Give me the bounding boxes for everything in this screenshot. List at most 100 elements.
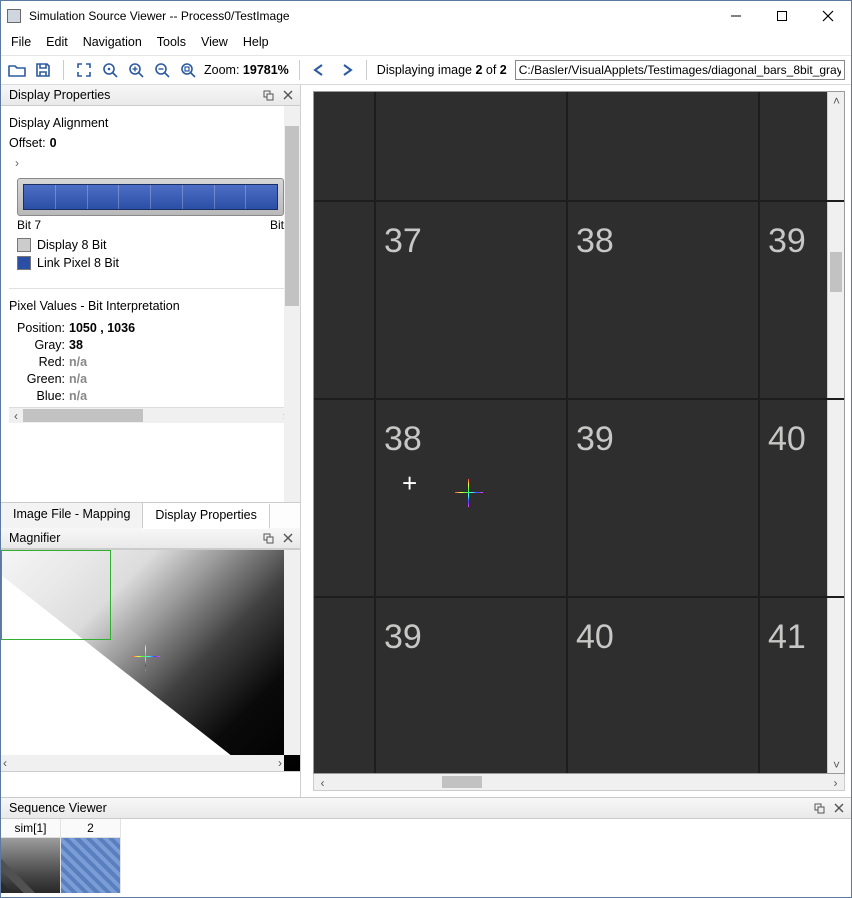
separator [299, 60, 300, 80]
panel-close-icon[interactable] [279, 87, 296, 104]
pv-green-label: Green: [9, 372, 65, 386]
pixel-value: 41 [768, 618, 806, 657]
window-title: Simulation Source Viewer -- Process0/Tes… [29, 9, 713, 23]
display-properties-body: Display Alignment Offset: 0 › Bit 7 Bit [1, 106, 300, 502]
pv-red-value: n/a [69, 355, 87, 369]
pv-gray-value: 38 [69, 338, 83, 352]
sequence-viewer: Sequence Viewer sim[1] 2 [1, 797, 851, 893]
magnifier-header: Magnifier [1, 528, 300, 549]
separator [63, 60, 64, 80]
close-button[interactable] [805, 1, 851, 31]
view-canvas[interactable]: + ˄˅ 37 38 39 38 39 40 39 40 41 [313, 91, 845, 774]
tab-image-file-mapping[interactable]: Image File - Mapping [1, 503, 143, 528]
zoom-readout: Zoom: 19781% [204, 63, 289, 77]
image-viewer: + ˄˅ 37 38 39 38 39 40 39 40 41 ‹› [301, 85, 851, 797]
magnifier-canvas[interactable]: ‹ › [1, 549, 300, 772]
zoom-value: 19781% [243, 63, 289, 77]
bit-left-label: Bit 7 [17, 218, 41, 232]
pv-blue-value: n/a [69, 389, 87, 403]
menu-edit[interactable]: Edit [46, 35, 68, 49]
dp-vscrollbar[interactable] [284, 106, 300, 502]
legend-link-label: Link Pixel 8 Bit [37, 256, 119, 270]
fit-window-icon[interactable] [74, 60, 94, 80]
legend-swatch-gray [17, 238, 31, 252]
legend-display-label: Display 8 Bit [37, 238, 106, 252]
sequence-item-1[interactable]: sim[1] [1, 819, 61, 893]
display-properties-title: Display Properties [9, 88, 258, 102]
menu-help[interactable]: Help [243, 35, 269, 49]
save-icon[interactable] [33, 60, 53, 80]
panel-float-icon[interactable] [260, 530, 277, 547]
toolbar: Zoom: 19781% Displaying image 2 of 2 [1, 55, 851, 85]
viewer-vscrollbar[interactable]: ˄˅ [827, 92, 844, 773]
nav-back-icon[interactable] [310, 60, 330, 80]
app-icon [7, 9, 21, 23]
zoom-in-icon[interactable] [126, 60, 146, 80]
pixel-value: 39 [576, 420, 614, 459]
nav-forward-icon[interactable] [336, 60, 356, 80]
maximize-button[interactable] [759, 1, 805, 31]
display-alignment-header: Display Alignment [9, 116, 292, 130]
workspace: Display Properties Display Alignment Off… [1, 85, 851, 797]
pixel-value: 39 [768, 222, 806, 261]
offset-label: Offset: [9, 136, 46, 150]
pixel-value: 40 [768, 420, 806, 459]
zoom-label-text: Zoom: [204, 63, 239, 77]
magnifier-crosshair-icon [139, 650, 153, 664]
display-center-icon: + [402, 470, 417, 496]
open-folder-icon[interactable] [7, 60, 27, 80]
sequence-viewer-header: Sequence Viewer [1, 798, 851, 819]
sequence-item-2-label: 2 [61, 819, 120, 838]
menu-tools[interactable]: Tools [157, 35, 186, 49]
magnifier-viewport-rect [1, 550, 111, 640]
offset-value: 0 [50, 136, 57, 150]
panel-close-icon[interactable] [279, 530, 296, 547]
image-counter: Displaying image 2 of 2 [377, 63, 507, 77]
zoom-region-icon[interactable] [178, 60, 198, 80]
panel-float-icon[interactable] [811, 800, 828, 817]
zoom-actual-icon[interactable] [100, 60, 120, 80]
pv-position-value: 1050 , 1036 [69, 321, 135, 335]
left-column: Display Properties Display Alignment Off… [1, 85, 301, 797]
image-path-input[interactable] [515, 60, 845, 80]
viewer-hscrollbar[interactable]: ‹› [313, 774, 845, 791]
menu-navigation[interactable]: Navigation [83, 35, 142, 49]
pv-gray-label: Gray: [9, 338, 65, 352]
tab-display-properties[interactable]: Display Properties [143, 504, 269, 529]
titlebar: Simulation Source Viewer -- Process0/Tes… [1, 1, 851, 31]
pv-red-label: Red: [9, 355, 65, 369]
dp-hscrollbar[interactable]: ‹› [9, 407, 292, 423]
panel-close-icon[interactable] [830, 800, 847, 817]
legend-swatch-blue [17, 256, 31, 270]
zoom-out-icon[interactable] [152, 60, 172, 80]
pixel-value: 38 [576, 222, 614, 261]
menu-file[interactable]: File [11, 35, 31, 49]
pixel-values-header: Pixel Values - Bit Interpretation [9, 288, 292, 313]
separator [366, 60, 367, 80]
pv-blue-label: Blue: [9, 389, 65, 403]
pixel-value: 37 [384, 222, 422, 261]
bit-bar[interactable]: Bit 7 Bit [17, 178, 284, 232]
panel-float-icon[interactable] [260, 87, 277, 104]
breadcrumb-chevron[interactable]: › [15, 156, 292, 170]
menubar: File Edit Navigation Tools View Help [1, 31, 851, 55]
magnifier-hscrollbar[interactable]: ‹ › [1, 755, 284, 771]
sequence-thumb-1 [1, 838, 60, 893]
sequence-item-1-label: sim[1] [1, 819, 60, 838]
sequence-item-2[interactable]: 2 [61, 819, 121, 893]
dp-tabs: Image File - Mapping Display Properties [1, 502, 300, 528]
magnifier-vscrollbar[interactable] [284, 550, 300, 755]
bit-right-label: Bit [270, 218, 284, 232]
magnifier-title: Magnifier [9, 531, 258, 545]
sequence-viewer-title: Sequence Viewer [9, 801, 809, 815]
pixel-value: 40 [576, 618, 614, 657]
display-properties-header: Display Properties [1, 85, 300, 106]
pixel-value: 39 [384, 618, 422, 657]
pixel-crosshair-icon [462, 486, 476, 500]
sequence-thumb-2 [61, 838, 120, 893]
pixel-value: 38 [384, 420, 422, 459]
menu-view[interactable]: View [201, 35, 228, 49]
pv-position-label: Position: [9, 321, 65, 335]
pv-green-value: n/a [69, 372, 87, 386]
minimize-button[interactable] [713, 1, 759, 31]
